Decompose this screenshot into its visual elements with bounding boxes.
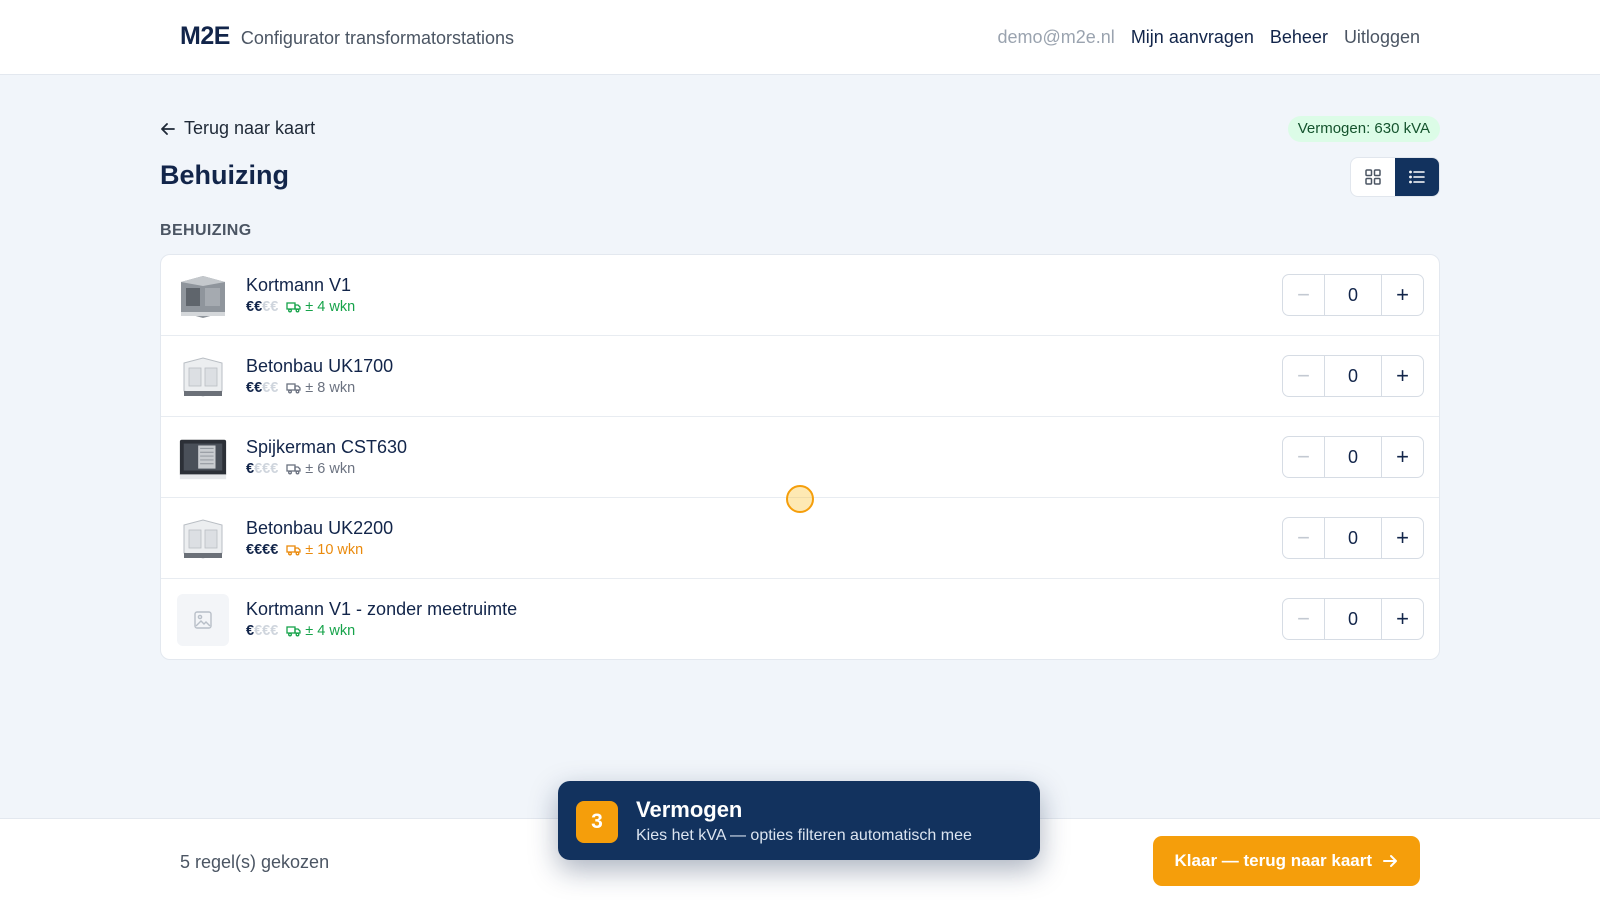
- quantity-input[interactable]: 0: [1324, 356, 1382, 396]
- nav-my-requests[interactable]: Mijn aanvragen: [1131, 27, 1254, 48]
- selection-count: 5 regel(s) gekozen: [180, 852, 330, 872]
- item-meta: € €€€ ± 6 wkn: [246, 461, 355, 477]
- item-name[interactable]: Spijkerman CST630: [246, 437, 407, 458]
- quantity-stepper: − 0 +: [1282, 517, 1424, 559]
- increment-button[interactable]: +: [1382, 518, 1423, 558]
- product-image: [177, 594, 229, 646]
- item-meta: €€€€ ± 4 wkn: [246, 299, 355, 315]
- quantity-input[interactable]: 0: [1324, 437, 1382, 477]
- truck-icon: [286, 545, 301, 556]
- delivery-label: ± 4 wkn: [305, 623, 356, 639]
- delivery-label: ± 8 wkn: [305, 380, 356, 396]
- grid-view-button[interactable]: [1351, 158, 1395, 196]
- quantity-stepper: − 0 +: [1282, 355, 1424, 397]
- quantity-stepper: − 0 +: [1282, 274, 1424, 316]
- item-meta: €€ €€ ± 8 wkn: [246, 380, 355, 396]
- user-email: demo@m2e.nl: [997, 27, 1115, 47]
- power-badge: Vermogen: 630 kVA: [1287, 116, 1440, 142]
- tour-tooltip[interactable]: 3 Vermogen Kies het kVA — opties filtere…: [558, 781, 1040, 860]
- quantity-input[interactable]: 0: [1324, 275, 1382, 315]
- truck-icon: [286, 302, 301, 313]
- top-bar: M2E Configurator transformatorstations d…: [0, 0, 1600, 75]
- decrement-button[interactable]: −: [1283, 437, 1324, 477]
- price-indicator-muted: €€€: [254, 461, 279, 477]
- product-image: [177, 270, 229, 322]
- view-toggle: [1350, 157, 1440, 197]
- item-meta: €€€€ ± 4 wkn: [246, 623, 355, 639]
- nav-logout[interactable]: Uitloggen: [1344, 27, 1420, 48]
- image-placeholder-icon: [194, 611, 212, 629]
- increment-button[interactable]: +: [1382, 275, 1423, 315]
- kiosk-gray-icon: [181, 276, 225, 318]
- list-item: Kortmann V1 - zonder meetruimte € €€€ ± 4…: [161, 579, 1439, 659]
- product-image: [177, 513, 229, 565]
- delivery-time: ± 6 wkn: [286, 461, 355, 477]
- grid-icon: [1365, 169, 1381, 185]
- item-name[interactable]: Kortmann V1: [246, 275, 351, 296]
- delivery-label: ± 6 wkn: [305, 461, 356, 477]
- truck-icon: [286, 626, 301, 637]
- kiosk-white-icon: [183, 519, 223, 559]
- decrement-button[interactable]: −: [1283, 356, 1324, 396]
- list-view-button[interactable]: [1395, 158, 1439, 196]
- item-name[interactable]: Kortmann V1 - zonder meetruimte: [246, 599, 517, 620]
- list-item: Betonbau UK1700 €€ €€ ± 8 wkn − 0 +: [161, 336, 1439, 417]
- section-label: BEHUIZING: [160, 222, 252, 239]
- nav-admin[interactable]: Beheer: [1270, 27, 1328, 48]
- delivery-time: ± 10 wkn: [286, 542, 363, 558]
- tour-text: Kies het kVA — opties filteren automatis…: [636, 827, 972, 844]
- truck-icon: [286, 383, 301, 394]
- price-indicator-muted: €€€: [254, 623, 279, 639]
- item-name[interactable]: Betonbau UK2200: [246, 518, 393, 539]
- item-name[interactable]: Betonbau UK1700: [246, 356, 393, 377]
- increment-button[interactable]: +: [1382, 599, 1423, 639]
- quantity-stepper: − 0 +: [1282, 598, 1424, 640]
- price-indicator: €: [246, 623, 255, 639]
- back-to-map-link[interactable]: Terug naar kaart: [160, 118, 315, 139]
- product-image: [177, 432, 229, 484]
- increment-button[interactable]: +: [1382, 356, 1423, 396]
- price-indicator: €€: [246, 299, 263, 315]
- decrement-button[interactable]: −: [1283, 599, 1324, 639]
- price-indicator: €€€€: [246, 542, 279, 558]
- page-title: Behuizing: [160, 160, 289, 190]
- tour-step-number: 3: [576, 801, 618, 843]
- price-indicator: €€: [246, 380, 263, 396]
- cursor-indicator: [786, 485, 814, 513]
- truck-icon: [286, 464, 301, 475]
- decrement-button[interactable]: −: [1283, 518, 1324, 558]
- app-subtitle: Configurator transformatorstations: [240, 28, 515, 48]
- quantity-input[interactable]: 0: [1324, 518, 1382, 558]
- arrow-left-icon: [161, 122, 175, 135]
- product-image: [177, 351, 229, 403]
- tour-title: Vermogen: [636, 797, 743, 822]
- kiosk-dark-icon: [179, 439, 227, 480]
- delivery-time: ± 8 wkn: [286, 380, 355, 396]
- done-back-to-map-button[interactable]: Klaar — terug naar kaart: [1152, 836, 1420, 886]
- item-meta: €€€€ ± 10 wkn: [246, 542, 363, 558]
- list-item: Kortmann V1 €€ €€ ± 4 wkn − 0 +: [161, 255, 1439, 336]
- delivery-time: ± 4 wkn: [286, 299, 355, 315]
- kiosk-white-icon: [183, 357, 223, 397]
- quantity-stepper: − 0 +: [1282, 436, 1424, 478]
- product-list: Kortmann V1 €€ €€ ± 4 wkn − 0 + Betonbau …: [160, 254, 1440, 660]
- back-link-label: Terug naar kaart: [184, 118, 316, 138]
- delivery-label: ± 10 wkn: [305, 542, 364, 558]
- price-indicator: €: [246, 461, 255, 477]
- decrement-button[interactable]: −: [1283, 275, 1324, 315]
- price-indicator-muted: €€: [262, 380, 279, 396]
- list-icon: [1409, 170, 1425, 184]
- delivery-label: ± 4 wkn: [305, 299, 356, 315]
- arrow-right-icon: [1383, 855, 1397, 867]
- quantity-input[interactable]: 0: [1324, 599, 1382, 639]
- delivery-time: ± 4 wkn: [286, 623, 355, 639]
- price-indicator-muted: €€: [262, 299, 279, 315]
- logo[interactable]: M2E: [180, 22, 230, 51]
- increment-button[interactable]: +: [1382, 437, 1423, 477]
- done-button-label: Klaar — terug naar kaart: [1174, 851, 1372, 870]
- top-nav: demo@m2e.nl Mijn aanvragen Beheer Uitlog…: [997, 27, 1420, 48]
- brand: M2E Configurator transformatorstations: [180, 22, 514, 51]
